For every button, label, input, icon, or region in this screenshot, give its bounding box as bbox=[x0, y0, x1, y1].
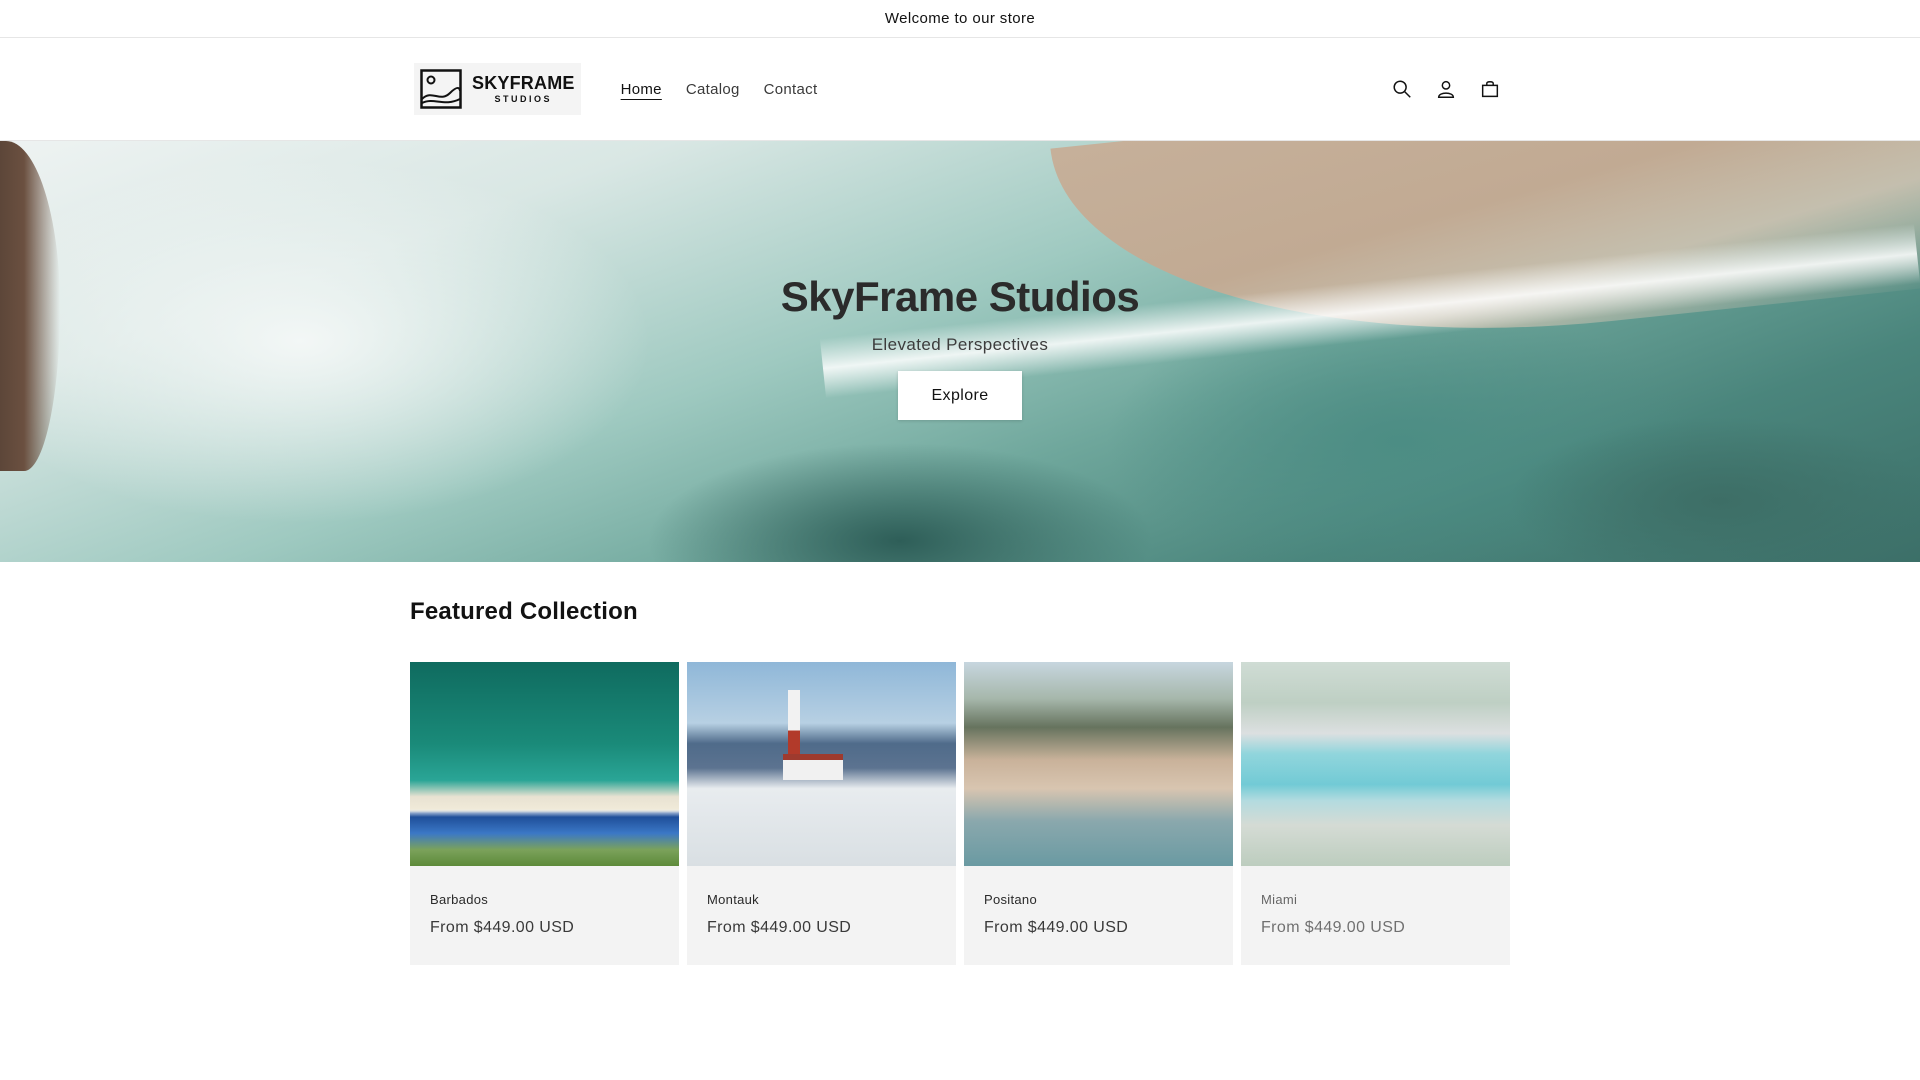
search-icon[interactable] bbox=[1390, 77, 1414, 101]
nav-catalog[interactable]: Catalog bbox=[686, 81, 740, 98]
site-header: SKYFRAME STUDIOS Home Catalog Contact bbox=[0, 38, 1920, 141]
cart-icon[interactable] bbox=[1478, 77, 1502, 101]
product-name[interactable]: Miami bbox=[1261, 892, 1490, 907]
nav-home[interactable]: Home bbox=[621, 81, 662, 98]
nav-contact[interactable]: Contact bbox=[764, 81, 818, 98]
product-image[interactable] bbox=[964, 662, 1233, 866]
product-name[interactable]: Montauk bbox=[707, 892, 936, 907]
site-logo[interactable]: SKYFRAME STUDIOS bbox=[414, 63, 581, 115]
hero-subtitle: Elevated Perspectives bbox=[871, 335, 1049, 354]
product-image[interactable] bbox=[1241, 662, 1510, 866]
product-price: From $449.00 USD bbox=[984, 919, 1129, 936]
product-name[interactable]: Positano bbox=[984, 892, 1213, 907]
product-price: From $449.00 USD bbox=[1261, 919, 1406, 936]
announcement-bar: Welcome to our store bbox=[0, 0, 1920, 38]
product-name[interactable]: Barbados bbox=[430, 892, 659, 907]
logo-title: SKYFRAME bbox=[472, 73, 575, 93]
product-card-positano[interactable]: Positano From $449.00 USD bbox=[964, 662, 1233, 965]
featured-collection: Featured Collection Barbados From $449.0… bbox=[410, 598, 1510, 965]
product-card-miami[interactable]: Miami From $449.00 USD bbox=[1241, 662, 1510, 965]
explore-button[interactable]: Explore bbox=[898, 371, 1022, 420]
product-card-montauk[interactable]: Montauk From $449.00 USD bbox=[687, 662, 956, 965]
account-icon[interactable] bbox=[1434, 77, 1458, 101]
logo-subtitle: STUDIOS bbox=[494, 94, 553, 104]
product-price: From $449.00 USD bbox=[707, 919, 852, 936]
product-price: From $449.00 USD bbox=[430, 919, 575, 936]
product-image[interactable] bbox=[687, 662, 956, 866]
main-nav: Home Catalog Contact bbox=[621, 81, 818, 98]
hero-banner: SkyFrame Studios Elevated Perspectives E… bbox=[0, 141, 1920, 562]
product-card-barbados[interactable]: Barbados From $449.00 USD bbox=[410, 662, 679, 965]
house-shape bbox=[783, 754, 843, 780]
hero-title: SkyFrame Studios bbox=[780, 273, 1140, 320]
logo-mark-icon bbox=[420, 69, 462, 109]
product-image[interactable] bbox=[410, 662, 679, 866]
featured-title: Featured Collection bbox=[410, 598, 638, 625]
header-icons bbox=[1390, 77, 1502, 101]
product-grid: Barbados From $449.00 USD Montauk From $… bbox=[410, 662, 1510, 965]
announcement-text: Welcome to our store bbox=[884, 10, 1036, 27]
